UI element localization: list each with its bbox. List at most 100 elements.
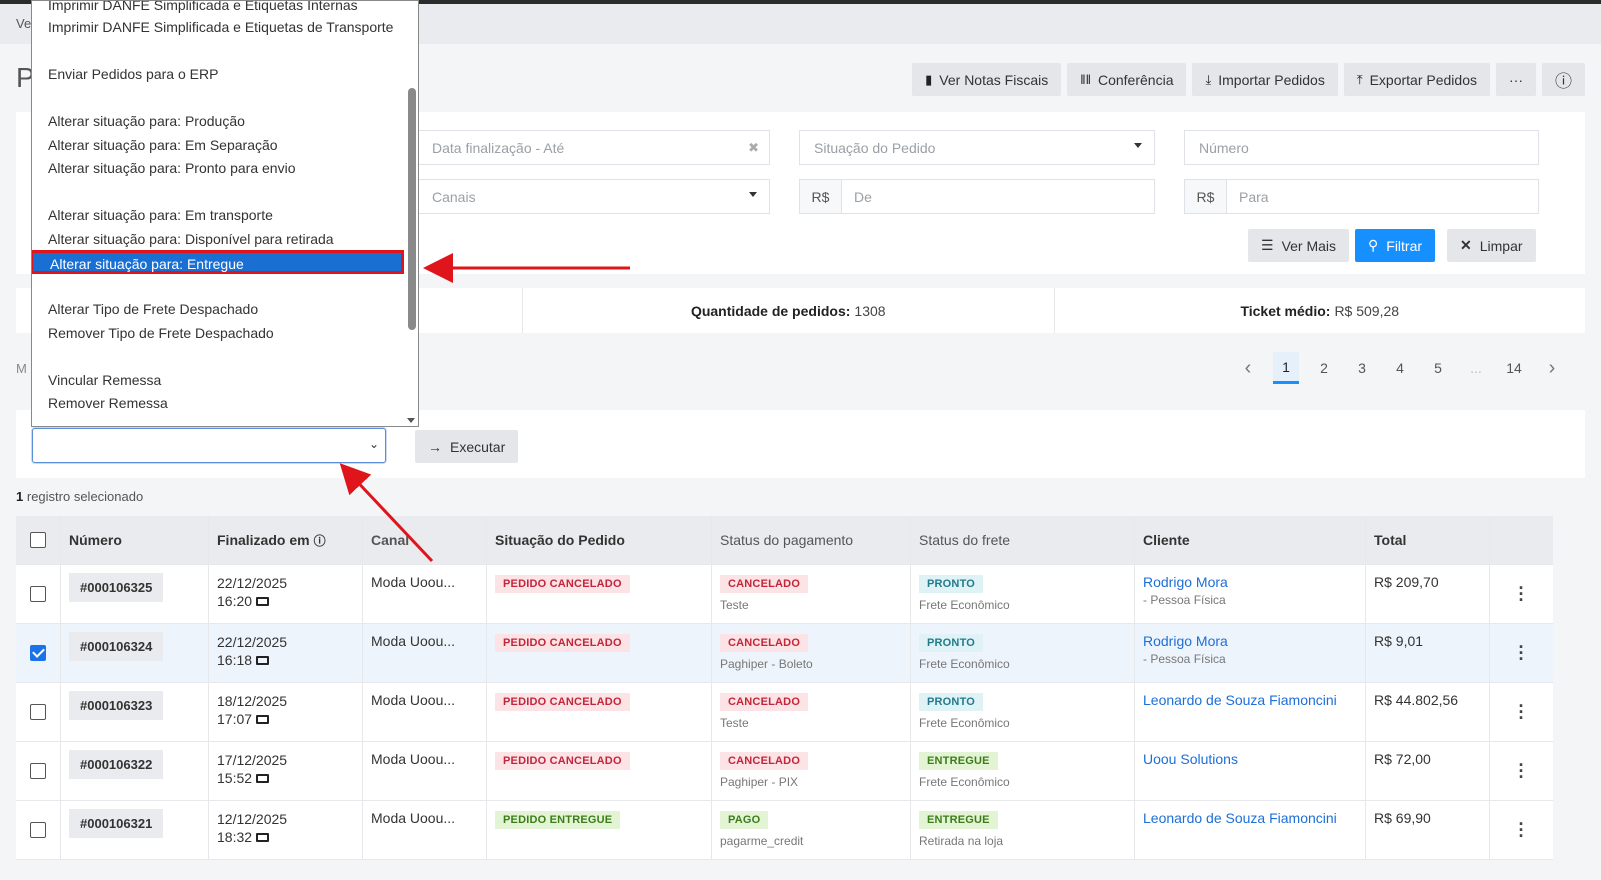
export-orders-button[interactable]: ⤒ Exportar Pedidos <box>1343 63 1490 96</box>
monitor-icon <box>256 774 270 783</box>
checking-button[interactable]: ‖‖ Conferência <box>1067 63 1187 96</box>
table-row[interactable]: #000106322 17/12/2025 15:52 Moda Uoou... PED… <box>16 742 1553 801</box>
page-4[interactable]: 4 <box>1381 352 1419 384</box>
order-status-badge: PEDIDO CANCELADO <box>495 575 630 593</box>
dropdown-item[interactable]: Alterar situação para: Produção <box>48 113 245 129</box>
client-cell: Rodrigo Mora - Pessoa Física <box>1135 624 1366 682</box>
client-link[interactable]: Rodrigo Mora <box>1143 624 1357 649</box>
client-cell: Leonardo de Souza Fiamoncini <box>1135 683 1366 741</box>
row-checkbox[interactable] <box>30 645 46 661</box>
row-actions-cell: · · · <box>1490 624 1553 682</box>
row-checkbox[interactable] <box>30 822 46 838</box>
client-link[interactable]: Leonardo de Souza Fiamoncini <box>1143 683 1357 708</box>
row-checkbox[interactable] <box>30 704 46 720</box>
header-finalized[interactable]: Finalizado em ⓘ <box>209 516 363 564</box>
client-link[interactable]: Uoou Solutions <box>1143 742 1357 767</box>
clear-button[interactable]: ✕ Limpar <box>1447 229 1536 262</box>
payment-method: pagarme_credit <box>720 834 804 848</box>
finalized-cell: 18/12/2025 17:07 <box>209 683 363 741</box>
channels-select[interactable]: Canais <box>417 179 770 214</box>
order-number[interactable]: #000106321 <box>69 809 164 838</box>
execute-button[interactable]: → Executar <box>415 430 519 463</box>
finalized-time: 16:18 <box>217 652 253 668</box>
header-payment-status[interactable]: Status do pagamento <box>712 516 911 564</box>
dropdown-item-highlighted[interactable]: Alterar situação para: Entregue <box>32 250 404 274</box>
header-order-status[interactable]: Situação do Pedido <box>487 516 712 564</box>
client-link[interactable]: Leonardo de Souza Fiamoncini <box>1143 801 1357 826</box>
import-orders-label: Importar Pedidos <box>1218 71 1325 88</box>
filter-button[interactable]: ⚲ Filtrar <box>1355 229 1436 262</box>
view-invoices-button[interactable]: ▮ Ver Notas Fiscais <box>912 63 1062 96</box>
number-input[interactable]: Número <box>1184 130 1539 165</box>
header-number[interactable]: Número <box>61 516 209 564</box>
dropdown-item[interactable]: Alterar situação para: Em Separação <box>48 137 278 153</box>
more-filters-button[interactable]: ☰ Ver Mais <box>1248 229 1350 262</box>
table-row[interactable]: #000106324 22/12/2025 16:18 Moda Uoou... PED… <box>16 624 1553 683</box>
more-button[interactable]: ··· <box>1496 63 1536 96</box>
table-header: Número Finalizado em ⓘ Canal Situação do … <box>16 516 1553 565</box>
shipping-method: Frete Econômico <box>919 598 1010 612</box>
payment-method: Teste <box>720 716 749 730</box>
close-icon: ✕ <box>1460 237 1472 253</box>
prev-page-icon[interactable]: ‹ <box>1229 352 1267 384</box>
total-cell: R$ 44.802,56 <box>1366 683 1490 741</box>
payment-method: Teste <box>720 598 749 612</box>
dropdown-item[interactable]: Imprimir DANFE Simplificada e Etiquetas … <box>48 1 358 13</box>
order-status-cell: PEDIDO CANCELADO <box>487 624 712 682</box>
page-2[interactable]: 2 <box>1305 352 1343 384</box>
select-all-checkbox[interactable] <box>30 532 46 548</box>
dropdown-item[interactable]: Alterar Tipo de Frete Despachado <box>48 301 258 317</box>
value-from-input[interactable]: R$ De <box>799 179 1155 214</box>
header-client[interactable]: Cliente <box>1135 516 1366 564</box>
info-button[interactable]: ⓘ <box>1542 63 1585 96</box>
total-cell: R$ 9,01 <box>1366 624 1490 682</box>
scroll-down-icon[interactable] <box>407 418 415 423</box>
row-select-cell <box>16 565 61 623</box>
bulk-action-select[interactable]: ⌄ <box>32 428 386 463</box>
payment-status-badge: CANCELADO <box>720 634 809 652</box>
order-number[interactable]: #000106323 <box>69 691 164 720</box>
header-channel[interactable]: Canal <box>363 516 487 564</box>
info-icon: ⓘ <box>1555 72 1572 91</box>
kebab-menu-icon[interactable]: · · · <box>1519 638 1525 668</box>
value-to-input[interactable]: R$ Para <box>1184 179 1539 214</box>
header-total[interactable]: Total <box>1366 516 1490 564</box>
dropdown-item[interactable]: Alterar situação para: Em transporte <box>48 207 273 223</box>
page-5[interactable]: 5 <box>1419 352 1457 384</box>
kebab-menu-icon[interactable]: · · · <box>1519 815 1525 845</box>
order-number[interactable]: #000106325 <box>69 573 164 602</box>
dropdown-item[interactable]: Imprimir DANFE Simplificada e Etiquetas … <box>48 19 393 35</box>
order-status-badge: PEDIDO ENTREGUE <box>495 811 621 829</box>
dropdown-scrollbar[interactable] <box>408 88 416 330</box>
dropdown-item[interactable]: Remover Tipo de Frete Despachado <box>48 325 274 341</box>
finalized-cell: 22/12/2025 16:18 <box>209 624 363 682</box>
dropdown-item[interactable]: Vincular Remessa <box>48 372 161 388</box>
page-1[interactable]: 1 <box>1273 352 1299 384</box>
row-checkbox[interactable] <box>30 586 46 602</box>
order-status-select[interactable]: Situação do Pedido <box>799 130 1155 165</box>
dropdown-item[interactable]: Alterar situação para: Pronto para envio <box>48 160 295 176</box>
table-row[interactable]: #000106323 18/12/2025 17:07 Moda Uoou... PED… <box>16 683 1553 742</box>
dropdown-item[interactable]: Remover Remessa <box>48 395 168 411</box>
order-number-cell: #000106322 <box>61 742 209 800</box>
page-14[interactable]: 14 <box>1495 352 1533 384</box>
import-orders-button[interactable]: ⤓ Importar Pedidos <box>1192 63 1338 96</box>
dropdown-item[interactable]: Alterar situação para: Disponível para r… <box>48 231 334 247</box>
date-end-field[interactable]: Data finalização - Até ✖ <box>417 130 770 165</box>
dropdown-item[interactable]: Enviar Pedidos para o ERP <box>48 66 218 82</box>
next-page-icon[interactable]: › <box>1533 352 1571 384</box>
table-row[interactable]: #000106321 12/12/2025 18:32 Moda Uoou... PED… <box>16 801 1553 860</box>
caret-down-icon <box>1134 143 1142 148</box>
kebab-menu-icon[interactable]: · · · <box>1519 756 1525 786</box>
kebab-menu-icon[interactable]: · · · <box>1519 697 1525 727</box>
clear-date-icon[interactable]: ✖ <box>748 140 759 156</box>
table-row[interactable]: #000106325 22/12/2025 16:20 Moda Uoou... PED… <box>16 565 1553 624</box>
order-number[interactable]: #000106322 <box>69 750 164 779</box>
row-checkbox[interactable] <box>30 763 46 779</box>
order-number[interactable]: #000106324 <box>69 632 164 661</box>
page-3[interactable]: 3 <box>1343 352 1381 384</box>
kebab-menu-icon[interactable]: · · · <box>1519 579 1525 609</box>
number-placeholder: Número <box>1199 139 1249 156</box>
client-link[interactable]: Rodrigo Mora <box>1143 565 1357 590</box>
header-shipping-status[interactable]: Status do frete <box>911 516 1135 564</box>
